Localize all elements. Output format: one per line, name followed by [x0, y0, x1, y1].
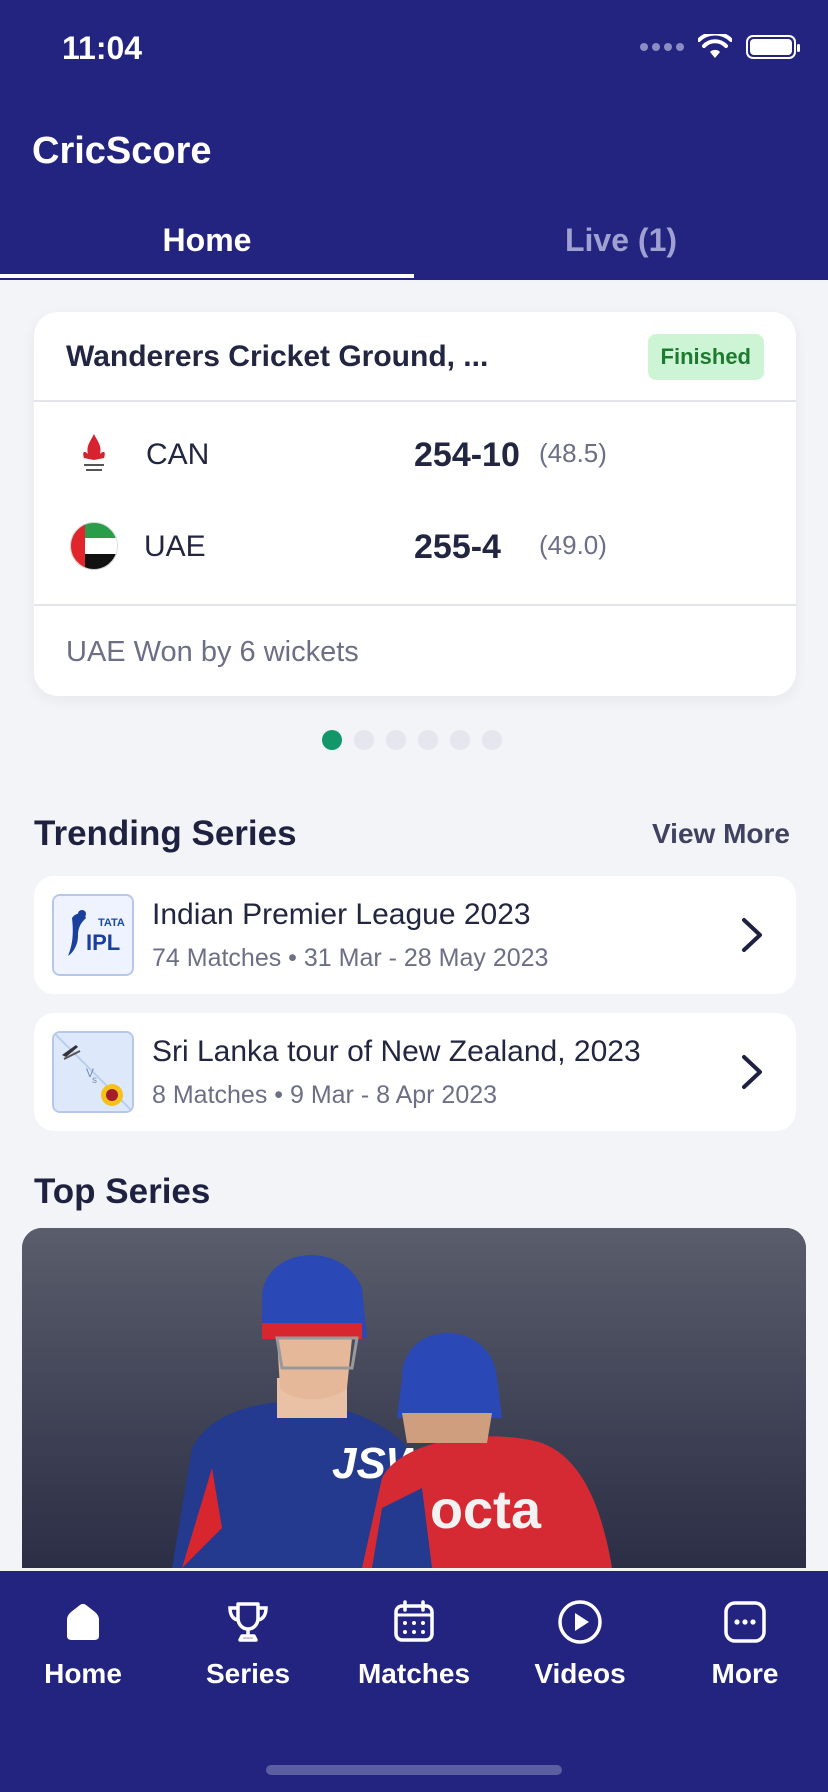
status-bar: 11:04: [0, 0, 828, 100]
nav-series[interactable]: Series: [165, 1596, 331, 1690]
team-row-can: CAN 254-10 (48.5): [34, 426, 796, 486]
canada-cricket-logo-icon: [83, 434, 105, 471]
team-score: 254-10: [414, 436, 520, 474]
series-name: Sri Lanka tour of New Zealand, 2023: [152, 1035, 641, 1068]
more-dots-icon: [724, 1601, 766, 1643]
series-meta: 74 Matches • 31 Mar - 28 May 2023: [152, 944, 549, 972]
tab-live[interactable]: Live (1): [414, 210, 828, 280]
home-icon: [67, 1603, 99, 1640]
trending-series-title: Trending Series: [34, 814, 297, 853]
match-card[interactable]: Wanderers Cricket Ground, ... Finished C…: [34, 312, 796, 696]
nav-label: Series: [205, 1658, 291, 1689]
top-series-title: Top Series: [34, 1172, 211, 1211]
series-card[interactable]: TATA IPL Indian Premier League 2023 74 M…: [34, 876, 796, 994]
divider: [34, 400, 796, 402]
match-venue: Wanderers Cricket Ground, ...: [66, 340, 489, 373]
svg-text:octa: octa: [430, 1480, 542, 1540]
bottom-nav: Home Series Matches Videos More: [0, 1571, 828, 1792]
chevron-right-icon: [742, 1055, 762, 1089]
team-name: UAE: [144, 530, 206, 563]
pager-dot[interactable]: [386, 730, 406, 750]
team-overs: (49.0): [539, 530, 607, 560]
series-meta: 8 Matches • 9 Mar - 8 Apr 2023: [152, 1081, 498, 1109]
team-overs: (48.5): [539, 438, 607, 468]
status-time: 11:04: [62, 30, 143, 66]
carousel-pager: [322, 730, 502, 750]
calendar-icon: [394, 1600, 434, 1642]
play-circle-icon: [558, 1600, 602, 1644]
nav-label: Matches: [357, 1658, 471, 1689]
nav-videos[interactable]: Videos: [497, 1596, 663, 1690]
battery-icon: [746, 35, 800, 59]
nz-vs-sl-logo-icon: V s: [52, 1031, 134, 1113]
svg-text:IPL: IPL: [86, 930, 120, 955]
svg-text:s: s: [92, 1075, 97, 1086]
nav-home[interactable]: Home: [0, 1596, 166, 1690]
nav-label: More: [711, 1658, 779, 1689]
view-more-link[interactable]: View More: [652, 818, 790, 850]
nav-label: Home: [44, 1658, 122, 1689]
series-card[interactable]: V s Sri Lanka tour of New Zealand, 2023 …: [34, 1013, 796, 1131]
pager-dot[interactable]: [482, 730, 502, 750]
team-name: CAN: [146, 438, 210, 471]
app-header: CricScore Home Live (1): [0, 100, 828, 280]
nav-label: Videos: [534, 1658, 626, 1689]
uae-flag-icon: [70, 522, 118, 570]
app-title: CricScore: [32, 130, 212, 172]
team-row-uae: UAE 255-4 (49.0): [34, 518, 796, 578]
team-score: 255-4: [414, 528, 501, 566]
series-name: Indian Premier League 2023: [152, 898, 531, 931]
trophy-icon: [228, 1602, 268, 1642]
nav-matches[interactable]: Matches: [331, 1596, 497, 1690]
chevron-right-icon: [742, 918, 762, 952]
pager-dot[interactable]: [450, 730, 470, 750]
pager-dot[interactable]: [354, 730, 374, 750]
status-badge: Finished: [647, 334, 764, 380]
nav-more[interactable]: More: [662, 1596, 828, 1690]
status-icons: [640, 34, 800, 60]
top-series-image[interactable]: JSW octa: [22, 1228, 806, 1568]
home-indicator: [266, 1765, 562, 1775]
tab-bar: Home Live (1): [0, 210, 828, 280]
svg-text:TATA: TATA: [98, 917, 125, 929]
match-result: UAE Won by 6 wickets: [66, 636, 359, 668]
divider: [34, 604, 796, 606]
wifi-icon: [698, 34, 732, 58]
ipl-logo-icon: TATA IPL: [52, 894, 134, 976]
cellular-signal-icon: [640, 43, 684, 51]
pager-dot-active[interactable]: [322, 730, 342, 750]
tab-home[interactable]: Home: [0, 210, 414, 280]
pager-dot[interactable]: [418, 730, 438, 750]
